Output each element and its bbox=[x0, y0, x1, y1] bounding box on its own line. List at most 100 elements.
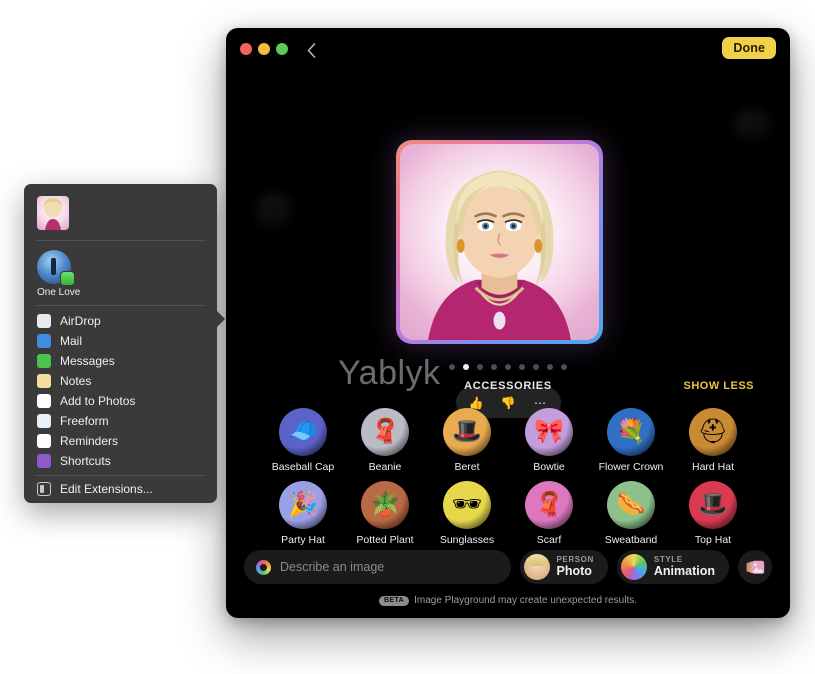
person-avatar bbox=[523, 554, 550, 580]
accessory-top-hat[interactable]: 🎩 Top Hat bbox=[676, 481, 750, 546]
accessory-sunglasses[interactable]: 🕶 Sunglasses bbox=[430, 481, 504, 546]
accessory-label: Beanie bbox=[368, 461, 402, 473]
person-chip-value: Photo bbox=[556, 564, 592, 579]
share-menu-item-airdrop[interactable]: AirDrop bbox=[24, 311, 217, 331]
preview-stage: Yablyk 👍 👎 ⋯ bbox=[226, 72, 790, 418]
beta-disclaimer-text: Image Playground may create unexpected r… bbox=[414, 595, 638, 606]
share-menu-item-label: Add to Photos bbox=[60, 394, 136, 408]
shared-image-thumbnail bbox=[37, 196, 69, 230]
next-image-ghost[interactable] bbox=[734, 110, 772, 140]
share-menu-item-mail[interactable]: Mail bbox=[24, 331, 217, 351]
share-menu-item-messages[interactable]: Messages bbox=[24, 351, 217, 371]
share-menu-item-label: Notes bbox=[60, 374, 92, 388]
page-dot[interactable] bbox=[491, 364, 497, 370]
accessory-icon: ⛑ bbox=[689, 408, 737, 456]
show-less-button[interactable]: SHOW LESS bbox=[683, 380, 754, 392]
share-menu-item-label: Shortcuts bbox=[60, 454, 111, 468]
page-dot[interactable] bbox=[477, 364, 483, 370]
edit-extensions-item[interactable]: Edit Extensions... bbox=[24, 476, 217, 498]
add-to-photos-icon bbox=[37, 394, 51, 408]
airdrop-section: One Love bbox=[24, 241, 217, 305]
accessory-flower-crown[interactable]: 💐 Flower Crown bbox=[594, 408, 668, 473]
share-menu-item-shortcuts[interactable]: Shortcuts bbox=[24, 451, 217, 471]
sparkle-prompt-icon bbox=[256, 559, 271, 575]
notes-icon bbox=[37, 374, 51, 388]
accessory-icon: 🎩 bbox=[443, 408, 491, 456]
accessory-potted-plant[interactable]: 🪴 Potted Plant bbox=[348, 481, 422, 546]
accessory-icon: 🪴 bbox=[361, 481, 409, 529]
bottom-toolbar: Describe an image PERSON Photo STYLE Ani… bbox=[226, 542, 790, 618]
describe-input-placeholder: Describe an image bbox=[280, 560, 385, 574]
maximize-button[interactable] bbox=[276, 43, 288, 55]
accessory-icon: 🧣 bbox=[361, 408, 409, 456]
airdrop-avatar bbox=[37, 250, 75, 286]
accessories-section: ACCESSORIES SHOW LESS 🧢 Baseball Cap 🧣 Bean… bbox=[226, 380, 790, 554]
accessory-baseball-cap[interactable]: 🧢 Baseball Cap bbox=[266, 408, 340, 473]
messages-icon bbox=[37, 354, 51, 368]
accessory-icon: 🎉 bbox=[279, 481, 327, 529]
done-button[interactable]: Done bbox=[722, 37, 776, 59]
airdrop-icon bbox=[37, 314, 51, 328]
share-menu-item-add-to-photos[interactable]: Add to Photos bbox=[24, 391, 217, 411]
style-swatch-icon bbox=[620, 554, 647, 580]
generated-image-frame[interactable] bbox=[396, 140, 603, 344]
accessory-bowtie[interactable]: 🎀 Bowtie bbox=[512, 408, 586, 473]
accessory-beret[interactable]: 🎩 Beret bbox=[430, 408, 504, 473]
share-menu-item-label: Reminders bbox=[60, 434, 119, 448]
share-menu[interactable]: One Love AirDrop Mail Messages Notes Add to … bbox=[24, 184, 225, 503]
share-menu-item-label: AirDrop bbox=[60, 314, 101, 328]
freeform-icon bbox=[37, 414, 51, 428]
accessory-sweatband[interactable]: 🌭 Sweatband bbox=[594, 481, 668, 546]
accessory-icon: 🕶 bbox=[443, 481, 491, 529]
page-dot[interactable] bbox=[449, 364, 455, 370]
style-chip[interactable]: STYLE Animation bbox=[616, 550, 729, 584]
style-chip-kicker: STYLE bbox=[653, 554, 683, 564]
accessory-label: Beret bbox=[454, 461, 480, 473]
page-dot[interactable] bbox=[519, 364, 525, 370]
accessory-icon: 🧢 bbox=[279, 408, 327, 456]
accessory-icon: 🎩 bbox=[689, 481, 737, 529]
person-chip-kicker: PERSON bbox=[556, 554, 594, 564]
accessory-label: Flower Crown bbox=[598, 461, 664, 473]
share-menu-items: AirDrop Mail Messages Notes Add to Photos Fre… bbox=[24, 306, 217, 475]
share-menu-preview bbox=[24, 190, 217, 240]
page-indicator[interactable] bbox=[226, 364, 790, 370]
share-menu-pointer bbox=[216, 310, 225, 328]
titlebar: Done bbox=[226, 28, 790, 72]
describe-input[interactable]: Describe an image bbox=[244, 550, 511, 584]
page-dot[interactable] bbox=[533, 364, 539, 370]
accessories-header: ACCESSORIES SHOW LESS bbox=[244, 380, 772, 400]
share-menu-item-notes[interactable]: Notes bbox=[24, 371, 217, 391]
back-chevron-icon[interactable] bbox=[300, 38, 322, 62]
mail-icon bbox=[37, 334, 51, 348]
extensions-icon bbox=[37, 482, 51, 496]
accessory-icon: 💐 bbox=[607, 408, 655, 456]
page-dot[interactable] bbox=[463, 364, 469, 370]
accessory-hard-hat[interactable]: ⛑ Hard Hat bbox=[676, 408, 750, 473]
accessory-label: Bowtie bbox=[533, 461, 565, 473]
accessories-row: 🧢 Baseball Cap 🧣 Beanie 🎩 Beret 🎀 Bowtie 💐 Flower… bbox=[244, 408, 772, 473]
accessory-scarf[interactable]: 🧣 Scarf bbox=[512, 481, 586, 546]
person-chip[interactable]: PERSON Photo bbox=[519, 550, 608, 584]
share-menu-item-reminders[interactable]: Reminders bbox=[24, 431, 217, 451]
share-menu-item-label: Mail bbox=[60, 334, 83, 348]
share-menu-item-label: Freeform bbox=[60, 414, 109, 428]
share-menu-item-freeform[interactable]: Freeform bbox=[24, 411, 217, 431]
previous-image-ghost[interactable] bbox=[258, 194, 292, 230]
page-dot[interactable] bbox=[547, 364, 553, 370]
style-chip-value: Animation bbox=[653, 564, 715, 579]
accessory-party-hat[interactable]: 🎉 Party Hat bbox=[266, 481, 340, 546]
close-button[interactable] bbox=[240, 43, 252, 55]
accessory-label: Baseball Cap bbox=[271, 461, 335, 473]
photo-library-button[interactable] bbox=[738, 550, 772, 584]
edit-extensions-label: Edit Extensions... bbox=[60, 482, 153, 496]
minimize-button[interactable] bbox=[258, 43, 270, 55]
reminders-icon bbox=[37, 434, 51, 448]
shortcuts-icon bbox=[37, 454, 51, 468]
airdrop-target-one-love[interactable]: One Love bbox=[37, 250, 85, 298]
page-dot[interactable] bbox=[505, 364, 511, 370]
accessory-beanie[interactable]: 🧣 Beanie bbox=[348, 408, 422, 473]
page-dot[interactable] bbox=[561, 364, 567, 370]
accessory-label: Hard Hat bbox=[691, 461, 734, 473]
accessory-icon: 🌭 bbox=[607, 481, 655, 529]
